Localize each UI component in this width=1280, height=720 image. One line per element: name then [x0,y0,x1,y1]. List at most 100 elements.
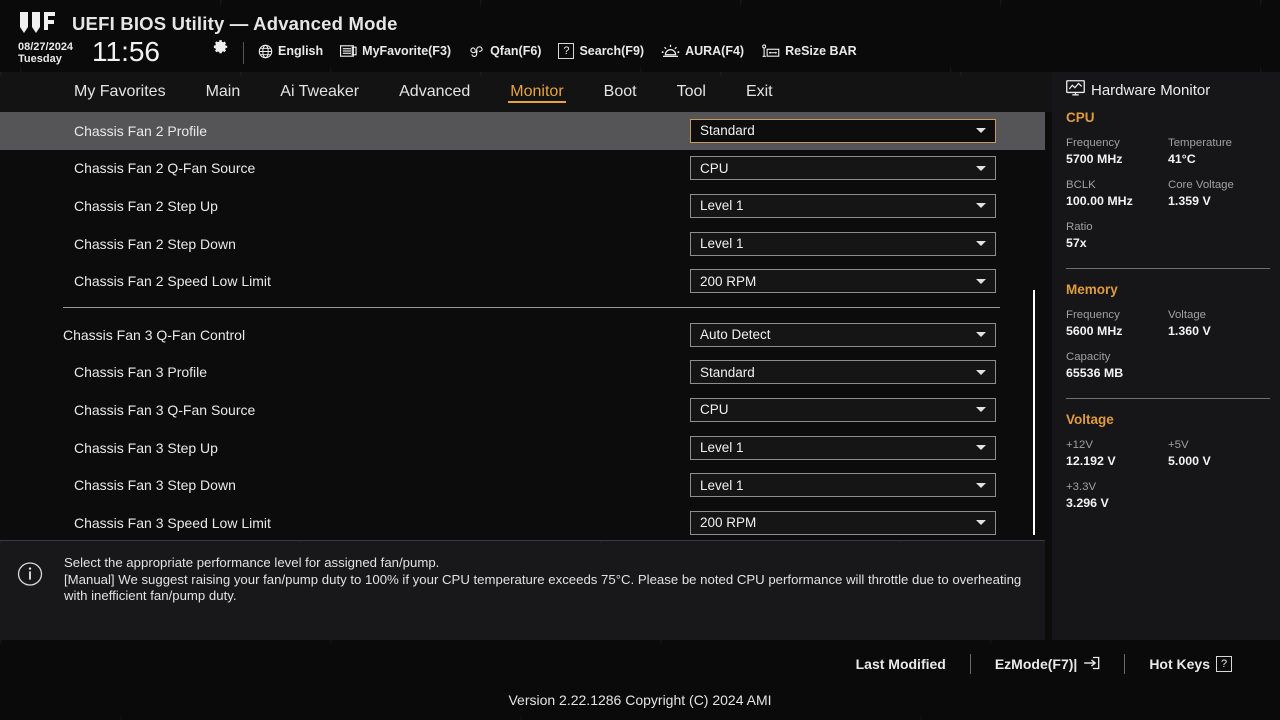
chevron-down-icon [976,165,986,171]
setting-row-chassis-fan-3-profile[interactable]: Chassis Fan 3 Profile Standard [0,354,1045,392]
last-modified-label: Last Modified [855,656,946,672]
ezmode-button[interactable]: EzMode(F7)| [971,656,1124,673]
settings-scrollbar[interactable] [1033,290,1035,535]
qfan-label: Qfan(F6) [490,44,542,58]
header-divider [243,42,244,64]
setting-dropdown[interactable]: CPU [690,156,996,181]
setting-dropdown[interactable]: Level 1 [690,231,996,256]
setting-value: Auto Detect [700,327,771,343]
setting-dropdown[interactable]: 200 RPM [690,510,996,535]
hw-metric-value: 57x [1066,236,1087,250]
setting-row-chassis-fan-3-qfan-source[interactable]: Chassis Fan 3 Q-Fan Source CPU [0,391,1045,429]
setting-row-chassis-fan-3-speed-low-limit[interactable]: Chassis Fan 3 Speed Low Limit 200 RPM [0,504,1045,540]
hw-metric-key: Temperature [1168,137,1232,149]
tab-monitor[interactable]: Monitor [490,72,583,112]
hw-metric-key: Capacity [1066,351,1111,363]
hotkeys-button[interactable]: Hot Keys ? [1125,656,1256,672]
chevron-down-icon [976,369,986,375]
setting-label: Chassis Fan 2 Step Down [74,235,236,252]
hw-metric-key: +3.3V [1066,481,1097,493]
tab-tool[interactable]: Tool [657,72,726,112]
setting-row-chassis-fan-2-step-up[interactable]: Chassis Fan 2 Step Up Level 1 [0,187,1045,225]
setting-dropdown[interactable]: Auto Detect [690,322,996,347]
hw-metric: Capacity 65536 MB [1066,350,1270,381]
setting-row-chassis-fan-2-speed-low-limit[interactable]: Chassis Fan 2 Speed Low Limit 200 RPM [0,262,1045,300]
globe-icon [258,44,273,59]
setting-dropdown[interactable]: Standard [690,360,996,385]
aura-button[interactable]: AURA(F4) [661,44,744,59]
tab-advanced[interactable]: Advanced [379,72,490,112]
setting-label: Chassis Fan 3 Speed Low Limit [74,514,271,531]
hw-metric-key: +5V [1168,439,1189,451]
setting-row-chassis-fan-3-step-up[interactable]: Chassis Fan 3 Step Up Level 1 [0,429,1045,467]
hw-divider [1066,398,1270,399]
language-button[interactable]: English [258,44,323,59]
setting-label: Chassis Fan 3 Q-Fan Control [63,326,246,343]
last-modified-button[interactable]: Last Modified [832,656,970,672]
hw-section-voltage-title: Voltage [1066,412,1114,427]
tuf-logo [14,9,66,37]
setting-dropdown[interactable]: Standard [690,118,996,143]
hw-metric-value: 41°C [1168,152,1196,166]
setting-value: Level 1 [700,198,744,214]
setting-label: Chassis Fan 2 Profile [74,122,208,139]
setting-label: Chassis Fan 2 Step Up [74,197,218,214]
hw-metric-value: 5600 MHz [1066,324,1123,338]
gear-icon[interactable] [211,38,229,56]
setting-value: 200 RPM [700,273,757,289]
chevron-down-icon [976,482,986,488]
setting-dropdown[interactable]: Level 1 [690,435,996,460]
resizebar-button[interactable]: ReSize BAR [761,43,857,59]
hw-section-voltage-metrics: +12V 12.192 V +5V 5.000 V +3.3V 3.296 V [1066,438,1270,522]
tab-ai-tweaker[interactable]: Ai Tweaker [260,72,379,112]
tab-exit[interactable]: Exit [726,72,793,112]
clock-display: 11:56 [92,36,160,67]
chevron-down-icon [976,407,986,413]
day-of-week: Tuesday [18,53,62,65]
setting-row-chassis-fan-2-profile[interactable]: Chassis Fan 2 Profile Standard [0,112,1045,150]
setting-dropdown[interactable]: CPU [690,397,996,422]
list-icon [340,44,357,58]
hardware-monitor-panel: Hardware Monitor CPU Frequency 5700 MHz … [1052,72,1280,640]
setting-value: Level 1 [700,477,744,493]
setting-dropdown[interactable]: 200 RPM [690,269,996,294]
chevron-down-icon [976,128,986,134]
setting-dropdown[interactable]: Level 1 [690,473,996,498]
setting-dropdown[interactable]: Level 1 [690,193,996,218]
tab-list: My Favorites Main Ai Tweaker Advanced Mo… [54,72,793,112]
myfavorite-button[interactable]: MyFavorite(F3) [340,44,451,58]
tab-my-favorites[interactable]: My Favorites [54,72,186,112]
myfavorite-label: MyFavorite(F3) [362,44,452,58]
setting-row-chassis-fan-2-step-down[interactable]: Chassis Fan 2 Step Down Level 1 [0,225,1045,263]
hw-metric: Voltage 1.360 V [1168,308,1270,339]
help-panel: Select the appropriate performance level… [0,540,1045,640]
header-bar: UEFI BIOS Utility — Advanced Mode 08/27/… [0,0,1280,72]
hw-metric-value: 5.000 V [1168,454,1211,468]
hw-metric-key: Ratio [1066,221,1093,233]
tab-main[interactable]: Main [186,72,261,112]
chevron-down-icon [976,332,986,338]
aura-label: AURA(F4) [685,44,745,58]
hw-metric-key: Frequency [1066,137,1120,149]
chevron-down-icon [976,241,986,247]
hw-metric-key: +12V [1066,439,1093,451]
chevron-down-icon [976,278,986,284]
qfan-button[interactable]: Qfan(F6) [468,44,541,59]
hw-metric: Ratio 57x [1066,220,1270,251]
setting-label: Chassis Fan 3 Step Down [74,477,236,494]
setting-value: CPU [700,160,729,176]
hw-section-memory-title: Memory [1066,282,1118,297]
setting-value: CPU [700,402,729,418]
setting-label: Chassis Fan 3 Profile [74,364,208,381]
setting-row-chassis-fan-2-qfan-source[interactable]: Chassis Fan 2 Q-Fan Source CPU [0,150,1045,188]
question-icon: ? [1216,656,1232,672]
setting-row-chassis-fan-3-step-down[interactable]: Chassis Fan 3 Step Down Level 1 [0,466,1045,504]
setting-value: 200 RPM [700,515,757,531]
search-button[interactable]: ? Search(F9) [558,43,644,59]
date-value: 08/27/2024 [18,41,74,53]
tab-boot[interactable]: Boot [584,72,657,112]
setting-row-chassis-fan-3-qfan-control[interactable]: Chassis Fan 3 Q-Fan Control Auto Detect [0,316,1045,354]
chevron-down-icon [976,520,986,526]
search-label: Search(F9) [579,44,645,58]
hw-metric-value: 1.359 V [1168,194,1211,208]
